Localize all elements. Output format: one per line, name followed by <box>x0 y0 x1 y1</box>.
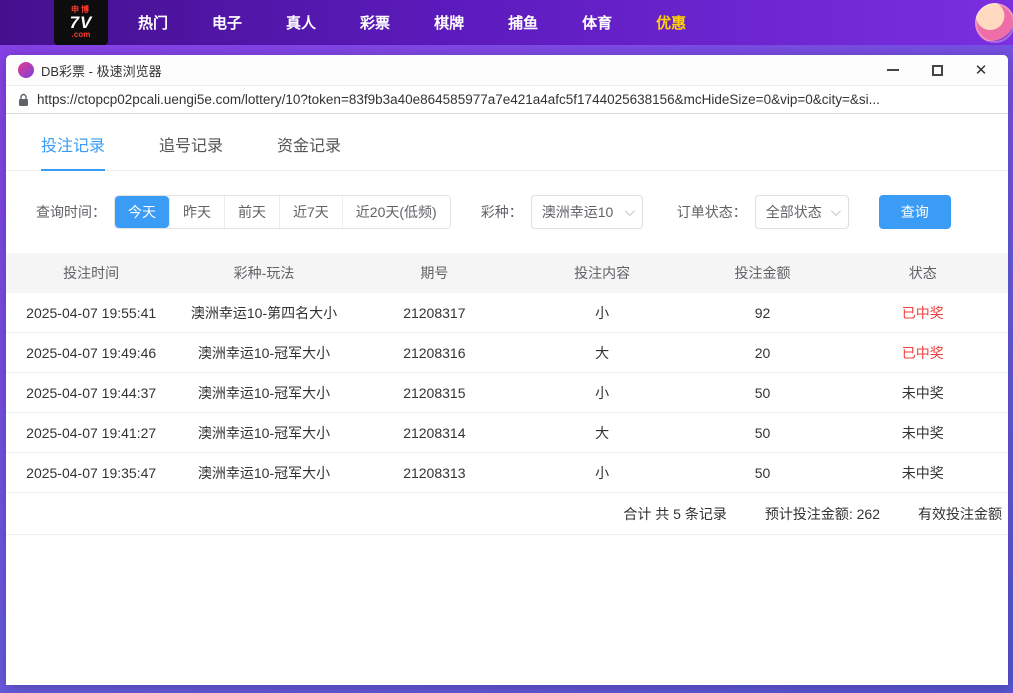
column-header: 状态 <box>838 263 1008 283</box>
time-option[interactable]: 前天 <box>224 196 279 228</box>
table-body: 2025-04-07 19:55:41澳洲幸运10-第四名大小21208317小… <box>6 293 1008 493</box>
minimize-icon <box>887 69 899 71</box>
time-filter-group: 今天昨天前天近7天近20天(低频) <box>114 195 451 229</box>
time-option[interactable]: 近20天(低频) <box>342 196 450 228</box>
bet-content: 小 <box>517 303 687 323</box>
game-play: 澳洲幸运10-第四名大小 <box>176 303 351 323</box>
table-header-row: 投注时间彩种-玩法期号投注内容投注金额状态 <box>6 253 1008 293</box>
column-header: 投注时间 <box>6 263 176 283</box>
nav-item-live[interactable]: 真人 <box>272 12 330 33</box>
time-filter-label: 查询时间： <box>36 202 106 222</box>
chevron-down-icon <box>831 206 841 216</box>
lock-icon <box>18 93 29 107</box>
summary-valid-amount: 有效投注金额 <box>918 504 1002 524</box>
bet-amount: 50 <box>687 385 837 401</box>
issue-number: 21208316 <box>352 345 517 361</box>
query-button[interactable]: 查询 <box>879 195 951 229</box>
site-navbar: 申博 7V .com 热门电子真人彩票棋牌捕鱼体育优惠 <box>0 0 1013 45</box>
time-option[interactable]: 昨天 <box>169 196 224 228</box>
nav-item-lottery[interactable]: 彩票 <box>346 12 404 33</box>
bet-time: 2025-04-07 19:35:47 <box>6 465 176 481</box>
site-logo-suffix: .com <box>72 31 91 39</box>
tab-chase-records[interactable]: 追号记录 <box>159 132 223 170</box>
bet-status: 未中奖 <box>838 383 1008 403</box>
issue-number: 21208317 <box>352 305 517 321</box>
bet-time: 2025-04-07 19:41:27 <box>6 425 176 441</box>
minimize-button[interactable] <box>878 57 908 83</box>
bet-amount: 50 <box>687 425 837 441</box>
close-button[interactable]: ✕ <box>966 57 996 83</box>
site-logo[interactable]: 申博 7V .com <box>54 0 108 45</box>
issue-number: 21208313 <box>352 465 517 481</box>
bet-amount: 50 <box>687 465 837 481</box>
record-tabs: 投注记录 追号记录 资金记录 <box>6 114 1008 171</box>
bet-status: 未中奖 <box>838 463 1008 483</box>
bet-time: 2025-04-07 19:49:46 <box>6 345 176 361</box>
table-summary: 合计 共 5 条记录 预计投注金额: 262 有效投注金额 <box>6 493 1008 535</box>
bet-amount: 20 <box>687 345 837 361</box>
game-play: 澳洲幸运10-冠军大小 <box>176 463 351 483</box>
bet-status: 已中奖 <box>838 303 1008 323</box>
app-icon <box>18 62 34 78</box>
site-logo-main: 7V <box>70 14 93 31</box>
nav-item-slots[interactable]: 电子 <box>198 12 256 33</box>
summary-total: 合计 共 5 条记录 <box>623 504 726 524</box>
status-select[interactable]: 全部状态 <box>755 195 849 229</box>
close-icon: ✕ <box>975 63 988 78</box>
nav-item-sports[interactable]: 体育 <box>568 12 626 33</box>
issue-number: 21208314 <box>352 425 517 441</box>
nav-item-hot[interactable]: 热门 <box>124 12 182 33</box>
window-title: DB彩票 - 极速浏览器 <box>41 61 162 80</box>
game-play: 澳洲幸运10-冠军大小 <box>176 343 351 363</box>
bet-content: 小 <box>517 383 687 403</box>
table-row: 2025-04-07 19:55:41澳洲幸运10-第四名大小21208317小… <box>6 293 1008 333</box>
column-header: 投注内容 <box>517 263 687 283</box>
lottery-select-value: 澳洲幸运10 <box>542 202 614 222</box>
nav-item-fishing[interactable]: 捕鱼 <box>494 12 552 33</box>
bet-time: 2025-04-07 19:44:37 <box>6 385 176 401</box>
maximize-button[interactable] <box>922 57 952 83</box>
nav-item-chess[interactable]: 棋牌 <box>420 12 478 33</box>
status-filter-label: 订单状态： <box>677 202 747 222</box>
address-bar[interactable]: https://ctopcp02pcali.uengi5e.com/lotter… <box>6 85 1008 114</box>
nav-item-promo[interactable]: 优惠 <box>642 12 700 33</box>
bet-content: 大 <box>517 343 687 363</box>
filter-bar: 查询时间： 今天昨天前天近7天近20天(低频) 彩种： 澳洲幸运10 订单状态：… <box>6 171 1008 253</box>
url-text: https://ctopcp02pcali.uengi5e.com/lotter… <box>37 92 880 107</box>
table-row: 2025-04-07 19:41:27澳洲幸运10-冠军大小21208314大5… <box>6 413 1008 453</box>
lottery-filter-label: 彩种： <box>481 202 523 222</box>
summary-expected-amount: 预计投注金额: 262 <box>765 504 880 524</box>
column-header: 投注金额 <box>687 263 837 283</box>
bet-content: 小 <box>517 463 687 483</box>
site-nav-items: 热门电子真人彩票棋牌捕鱼体育优惠 <box>124 12 716 33</box>
issue-number: 21208315 <box>352 385 517 401</box>
table-row: 2025-04-07 19:35:47澳洲幸运10-冠军大小21208313小5… <box>6 453 1008 493</box>
tab-fund-records[interactable]: 资金记录 <box>277 132 341 170</box>
column-header: 彩种-玩法 <box>176 263 351 283</box>
bet-time: 2025-04-07 19:55:41 <box>6 305 176 321</box>
status-select-value: 全部状态 <box>766 202 822 222</box>
table-row: 2025-04-07 19:49:46澳洲幸运10-冠军大小21208316大2… <box>6 333 1008 373</box>
bet-content: 大 <box>517 423 687 443</box>
time-option[interactable]: 近7天 <box>279 196 342 228</box>
bet-records-table: 投注时间彩种-玩法期号投注内容投注金额状态 2025-04-07 19:55:4… <box>6 253 1008 535</box>
lottery-select[interactable]: 澳洲幸运10 <box>531 195 643 229</box>
column-header: 期号 <box>352 263 517 283</box>
time-option[interactable]: 今天 <box>115 196 169 228</box>
table-row: 2025-04-07 19:44:37澳洲幸运10-冠军大小21208315小5… <box>6 373 1008 413</box>
bet-status: 已中奖 <box>838 343 1008 363</box>
tab-bet-records[interactable]: 投注记录 <box>41 132 105 171</box>
game-play: 澳洲幸运10-冠军大小 <box>176 423 351 443</box>
game-play: 澳洲幸运10-冠军大小 <box>176 383 351 403</box>
maximize-icon <box>932 65 943 76</box>
browser-window: DB彩票 - 极速浏览器 ✕ https://ctopcp02pcali.uen… <box>6 55 1008 685</box>
chevron-down-icon <box>625 206 635 216</box>
window-controls: ✕ <box>864 57 996 83</box>
user-avatar[interactable] <box>975 3 1013 43</box>
bet-amount: 92 <box>687 305 837 321</box>
bet-status: 未中奖 <box>838 423 1008 443</box>
window-titlebar[interactable]: DB彩票 - 极速浏览器 ✕ <box>6 55 1008 85</box>
